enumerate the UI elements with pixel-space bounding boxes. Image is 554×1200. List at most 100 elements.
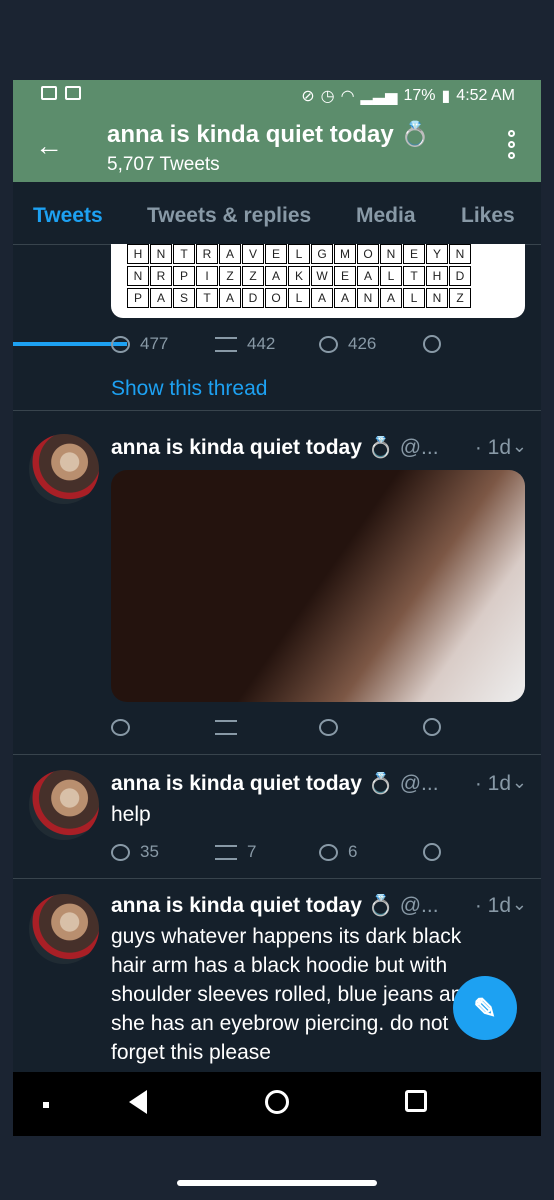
word-search-row: NRPIZZAKWEALTHD <box>111 266 525 288</box>
word-search-cell: T <box>173 244 195 264</box>
tweet-media[interactable] <box>111 470 525 702</box>
word-search-cell: A <box>311 288 333 308</box>
word-search-cell: A <box>357 266 379 286</box>
like-button[interactable]: 426 <box>319 334 423 354</box>
divider <box>13 878 541 879</box>
avatar[interactable] <box>29 894 99 964</box>
tweet-count: 5,707 Tweets <box>107 154 220 175</box>
word-search-cell: L <box>288 244 310 264</box>
active-tab-indicator <box>13 342 127 346</box>
word-search-cell: A <box>380 288 402 308</box>
battery-icon: ▮ <box>441 88 451 105</box>
word-search-image[interactable]: HNTRAVELGMONEYN NRPIZZAKWEALTHD PASTADOL… <box>111 244 525 318</box>
reply-button[interactable] <box>111 718 215 736</box>
heart-icon <box>319 843 338 861</box>
word-search-cell: R <box>150 266 172 286</box>
chevron-down-icon[interactable]: ⌄ <box>512 772 527 793</box>
word-search-cell: M <box>334 244 356 264</box>
voicemail-icon <box>65 86 81 100</box>
heart-icon <box>319 718 338 736</box>
word-search-cell: T <box>196 288 218 308</box>
back-arrow-icon[interactable]: ← <box>35 130 63 162</box>
nav-home-icon[interactable] <box>265 1090 289 1114</box>
word-search-cell: E <box>334 266 356 286</box>
word-search-cell: S <box>173 288 195 308</box>
more-options-icon[interactable] <box>508 130 515 159</box>
nav-back-icon[interactable] <box>129 1090 147 1114</box>
word-search-cell: A <box>334 288 356 308</box>
twitter-profile-screen: ⊘ ◷ ◠ ▂▃▅ 17% ▮ 4:52 AM ← anna is kinda … <box>13 80 541 1136</box>
share-button[interactable] <box>423 718 527 736</box>
tweet-time: · 1d <box>474 436 511 459</box>
wifi-icon: ◠ <box>340 88 355 105</box>
word-search-cell: Y <box>426 244 448 264</box>
status-bar: ⊘ ◷ ◠ ▂▃▅ 17% ▮ 4:52 AM <box>13 80 541 112</box>
word-search-cell: N <box>380 244 402 264</box>
like-button[interactable] <box>319 718 423 736</box>
tweet-time: · 1d <box>474 894 511 917</box>
word-search-cell: N <box>449 244 471 264</box>
word-search-cell: T <box>403 266 425 286</box>
word-search-cell: I <box>196 266 218 286</box>
word-search-cell: N <box>127 266 149 286</box>
word-search-cell: E <box>265 244 287 264</box>
word-search-cell: P <box>127 288 149 308</box>
profile-tabs: Tweets Tweets & replies Media Likes <box>13 182 541 346</box>
word-search-cell: O <box>265 288 287 308</box>
clock: 4:52 AM <box>456 87 515 104</box>
word-search-cell: A <box>150 288 172 308</box>
retweet-button[interactable]: 442 <box>215 334 319 354</box>
word-search-cell: Z <box>242 266 264 286</box>
word-search-cell: N <box>150 244 172 264</box>
reply-button[interactable]: 35 <box>111 842 215 862</box>
tab-tweets-replies[interactable]: Tweets & replies <box>147 204 311 228</box>
show-thread-link[interactable]: Show this thread <box>111 377 267 401</box>
word-search-cell: L <box>288 288 310 308</box>
reply-icon <box>111 718 130 736</box>
alarm-icon: ◷ <box>320 88 335 105</box>
signal-icon: ▂▃▅ <box>360 88 398 105</box>
like-button[interactable]: 6 <box>319 842 423 862</box>
tab-likes[interactable]: Likes <box>461 204 515 228</box>
share-button[interactable] <box>423 335 527 353</box>
retweet-button[interactable] <box>215 719 319 735</box>
tweet-author[interactable]: anna is kinda quiet today 💍 @... <box>111 772 441 796</box>
compose-feather-icon: ✎ <box>473 992 497 1024</box>
profile-header: ← anna is kinda quiet today 💍 5,707 Twee… <box>13 112 541 182</box>
battery-percent: 17% <box>403 87 436 104</box>
compose-tweet-button[interactable]: ✎ <box>453 976 517 1040</box>
word-search-cell: D <box>449 266 471 286</box>
chevron-down-icon[interactable]: ⌄ <box>512 894 527 915</box>
tweet-actions <box>111 718 527 736</box>
share-button[interactable] <box>423 843 527 861</box>
word-search-cell: D <box>242 288 264 308</box>
word-search-cell: N <box>426 288 448 308</box>
word-search-cell: V <box>242 244 264 264</box>
word-search-cell: N <box>357 288 379 308</box>
word-search-cell: L <box>403 288 425 308</box>
retweet-icon <box>215 336 237 352</box>
word-search-cell: K <box>288 266 310 286</box>
tweet-author[interactable]: anna is kinda quiet today 💍 @... <box>111 894 441 918</box>
reply-button[interactable]: 477 <box>111 334 215 354</box>
nav-recents-icon[interactable] <box>405 1090 427 1112</box>
tweet-time: · 1d <box>474 772 511 795</box>
word-search-cell: O <box>357 244 379 264</box>
home-indicator[interactable] <box>177 1180 377 1186</box>
tab-tweets[interactable]: Tweets <box>33 204 103 228</box>
avatar[interactable] <box>29 770 99 840</box>
avatar[interactable] <box>29 434 99 504</box>
reply-icon <box>111 335 130 353</box>
android-navigation-bar <box>13 1072 541 1136</box>
word-search-row: PASTADOLAANALNZ <box>111 288 525 310</box>
share-icon <box>423 718 441 736</box>
tweet-author[interactable]: anna is kinda quiet today 💍 @... <box>111 436 441 460</box>
word-search-cell: Z <box>219 266 241 286</box>
word-search-cell: L <box>380 266 402 286</box>
chevron-down-icon[interactable]: ⌄ <box>512 436 527 457</box>
word-search-cell: G <box>311 244 333 264</box>
tweet-text: help <box>111 803 151 826</box>
nav-dot-icon <box>43 1102 49 1108</box>
retweet-button[interactable]: 7 <box>215 842 319 862</box>
tab-media[interactable]: Media <box>356 204 416 228</box>
